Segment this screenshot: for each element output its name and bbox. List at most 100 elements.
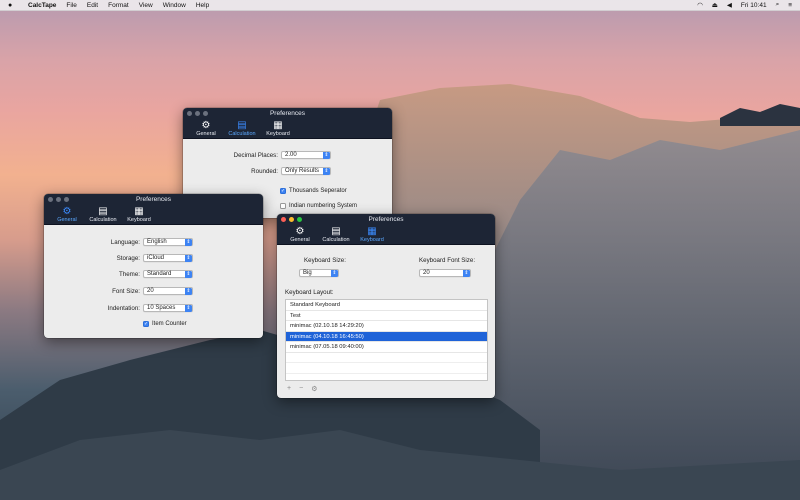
tab-keyboard-label: Keyboard [360,237,384,243]
theme-popup[interactable]: Standard ⇕ [143,270,193,278]
list-item[interactable]: Test [286,311,487,321]
decimal-places-popup[interactable]: 2.00 ⇕ [281,151,331,159]
abacus-icon: ▤ [331,226,341,237]
tab-calculation[interactable]: ▤ Calculation [321,225,351,243]
list-item[interactable]: minimac (02.10.18 14:29:20) [286,321,487,332]
indentation-value: 10 Spaces [147,305,176,311]
chevron-updown-icon: ⇕ [463,270,470,277]
indentation-label: Indentation: [107,304,140,312]
gear-icon: ⚙ [295,226,305,237]
chevron-updown-icon: ⇕ [185,239,192,246]
keypad-icon: ▦ [367,226,377,237]
menu-help[interactable]: Help [196,2,209,9]
tab-general-label: General [57,217,77,223]
close-button[interactable] [48,197,53,202]
add-layout-button[interactable]: + [287,385,291,393]
keyboard-pane: Keyboard Size: Big ⇕ Keyboard Font Size:… [277,245,495,398]
tab-calculation[interactable]: ▤ Calculation [88,205,118,223]
item-counter-label: Item Counter [152,321,187,327]
decimal-places-label: Decimal Places: [233,151,278,159]
spotlight-icon[interactable]: ⌕ [776,1,780,9]
language-value: English [147,239,167,245]
menu-list-icon[interactable]: ≡ [788,2,792,9]
volume-icon[interactable]: ◀ [727,1,732,9]
list-item-empty [286,353,487,363]
indian-numbering-checkbox[interactable]: Indian numbering System [280,203,357,209]
preferences-toolbar: ⚙ General ▤ Calculation ▦ Keyboard [183,119,392,139]
tab-calculation-label: Calculation [89,217,117,223]
list-item[interactable]: minimac (07.05.18 09:40:00) [286,342,487,353]
zoom-button[interactable] [297,217,302,222]
tab-keyboard-label: Keyboard [127,217,151,223]
indentation-popup[interactable]: 10 Spaces ⇕ [143,304,193,312]
gear-icon[interactable]: ⚙ [311,385,317,393]
decimal-places-value: 2.00 [285,152,297,158]
menu-edit[interactable]: Edit [87,2,98,9]
preferences-toolbar: ⚙ General ▤ Calculation ▦ Keyboard [44,205,263,225]
item-counter-checkbox[interactable]: ✓ Item Counter [143,321,187,327]
keypad-icon: ▦ [273,120,283,131]
chevron-updown-icon: ⇕ [323,152,330,159]
list-item-empty [286,363,487,374]
remove-layout-button[interactable]: − [299,385,303,393]
window-controls [187,111,208,116]
wifi-icon[interactable]: ◠ [697,1,703,9]
keyboard-size-label: Keyboard Size: [304,257,346,264]
window-title: Preferences [368,216,404,223]
tab-keyboard[interactable]: ▦ Keyboard [357,225,387,243]
language-label: Language: [110,238,140,246]
rounded-value: Only Results [285,168,320,174]
tab-keyboard-label: Keyboard [266,131,290,137]
font-size-popup[interactable]: 20 ⇕ [143,287,193,295]
window-controls [48,197,69,202]
preferences-window-general: Preferences ⚙ General ▤ Calculation ▦ Ke… [44,194,263,338]
tab-keyboard[interactable]: ▦ Keyboard [124,205,154,223]
tab-keyboard[interactable]: ▦ Keyboard [263,119,293,137]
minimize-button[interactable] [289,217,294,222]
window-title: Preferences [269,110,306,117]
list-toolbar: + − ⚙ [287,385,317,393]
thousands-separator-checkbox[interactable]: ✓ Thousands Seperator [280,188,347,194]
storage-value: iCloud [147,255,165,261]
keyboard-layout-list[interactable]: Standard Keyboard Test minimac (02.10.18… [285,299,488,381]
minimize-button[interactable] [195,111,200,116]
storage-popup[interactable]: iCloud ⇕ [143,254,193,262]
close-button[interactable] [187,111,192,116]
tab-general-label: General [290,237,310,243]
tab-general[interactable]: ⚙ General [52,205,82,223]
checkbox-unchecked-icon [280,203,286,209]
keyboard-font-size-value: 20 [423,270,430,276]
tab-calculation-label: Calculation [228,131,256,137]
menu-format[interactable]: Format [108,2,129,9]
abacus-icon: ▤ [237,120,247,131]
clock[interactable]: Fri 10:41 [741,2,767,9]
list-item-selected[interactable]: minimac (04.10.18 16:45:50) [286,331,487,342]
list-item[interactable]: Standard Keyboard [286,300,487,311]
menu-window[interactable]: Window [163,2,186,9]
gear-icon: ⚙ [62,206,72,217]
tab-general[interactable]: ⚙ General [191,119,221,137]
apple-icon[interactable]: ● [8,2,18,9]
thousands-separator-label: Thousands Seperator [289,188,347,194]
menu-file[interactable]: File [66,2,76,9]
title-bar: Preferences [277,214,495,225]
language-popup[interactable]: English ⇕ [143,238,193,246]
rounded-popup[interactable]: Only Results ⇕ [281,167,331,175]
close-button[interactable] [281,217,286,222]
theme-label: Theme: [119,270,140,278]
keyboard-size-popup[interactable]: Big ⇕ [299,269,339,277]
window-controls [281,217,302,222]
chevron-updown-icon: ⇕ [185,288,192,295]
gear-icon: ⚙ [201,120,211,131]
menu-app-name[interactable]: CalcTape [28,2,56,9]
keyboard-font-size-popup[interactable]: 20 ⇕ [419,269,471,277]
general-pane: Language: English ⇕ Storage: iCloud ⇕ Th… [44,225,263,338]
zoom-button[interactable] [203,111,208,116]
keypad-icon: ▦ [134,206,144,217]
menu-view[interactable]: View [139,2,153,9]
zoom-button[interactable] [64,197,69,202]
tab-calculation[interactable]: ▤ Calculation [227,119,257,137]
tab-general[interactable]: ⚙ General [285,225,315,243]
minimize-button[interactable] [56,197,61,202]
eject-icon[interactable]: ⏏ [712,1,718,9]
